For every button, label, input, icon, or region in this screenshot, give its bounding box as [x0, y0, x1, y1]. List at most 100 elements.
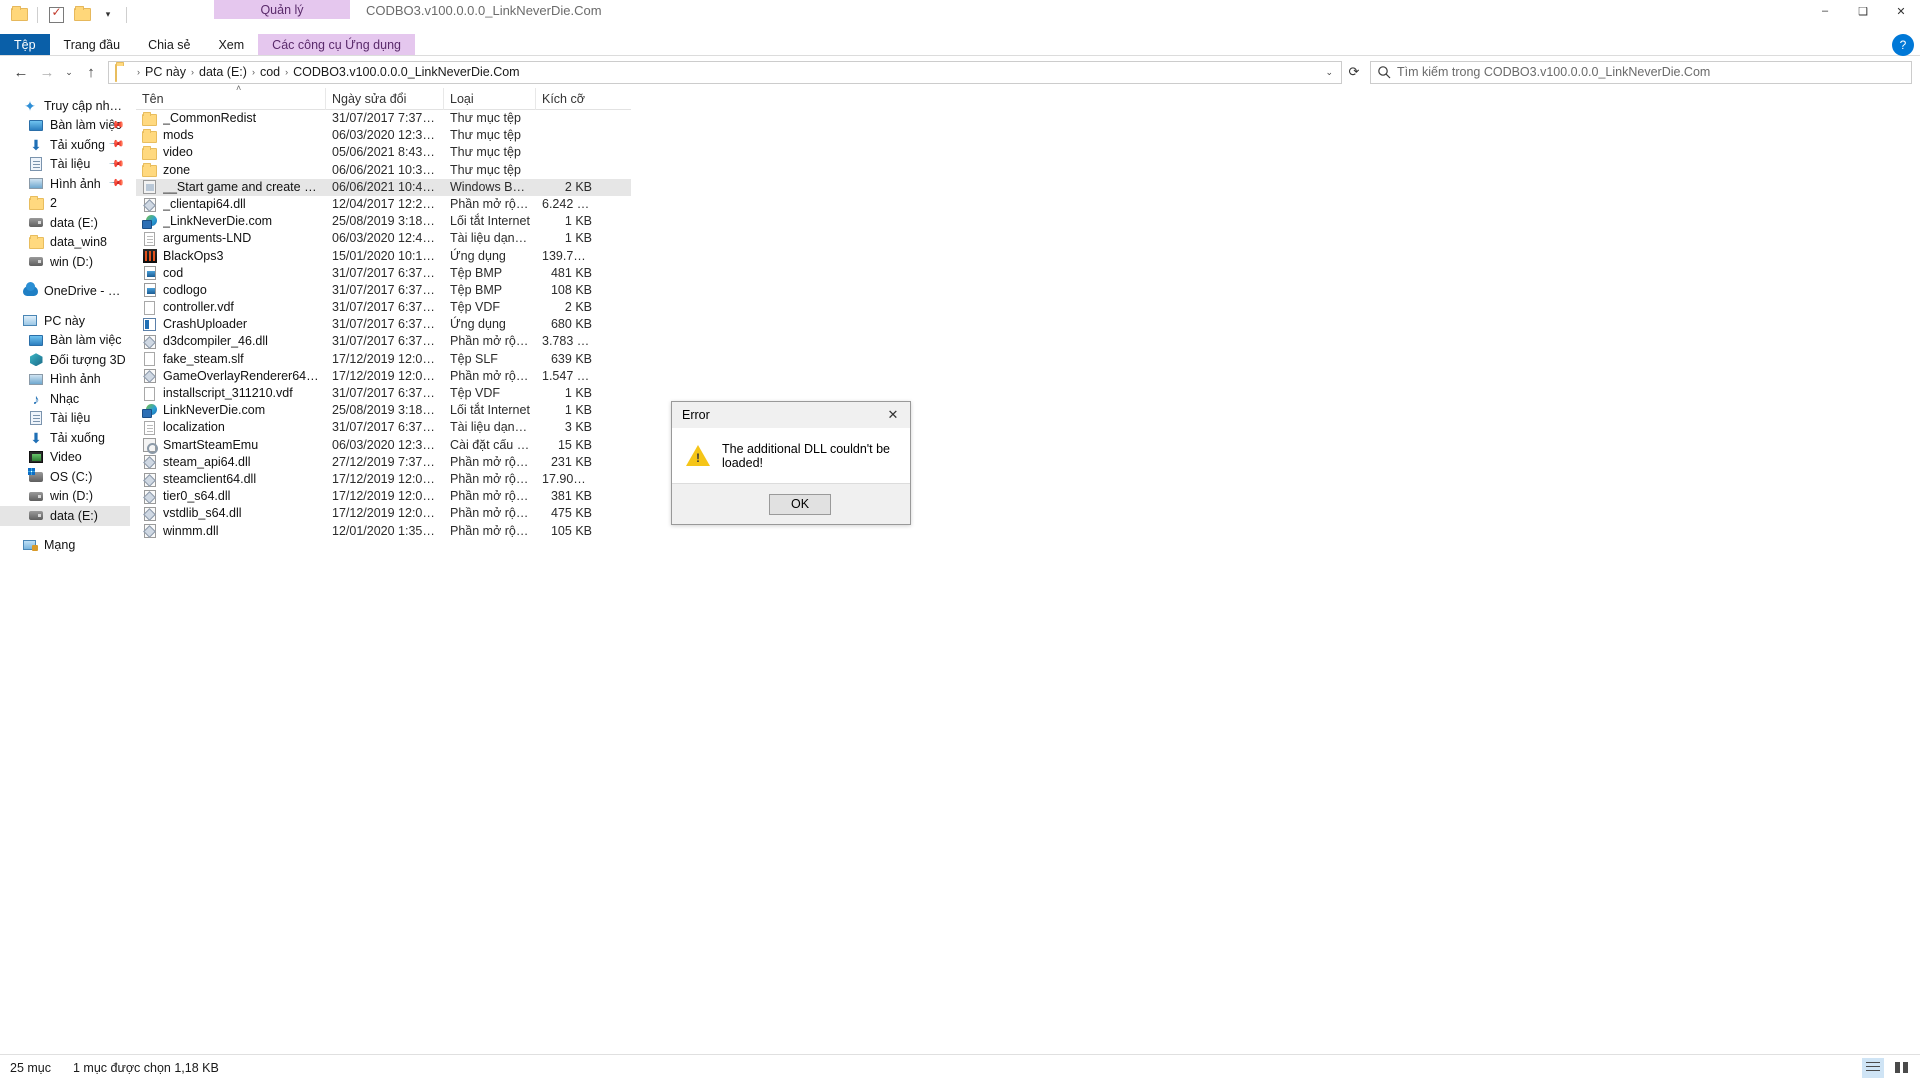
table-row[interactable]: BlackOps3 15/01/2020 10:14 SA Ứng dụng 139.…: [136, 248, 631, 265]
table-row[interactable]: CrashUploader 31/07/2017 6:37 CH Ứng dụng 6…: [136, 316, 631, 333]
file-size-cell: 1 KB: [564, 403, 592, 418]
table-row[interactable]: cod 31/07/2017 6:37 CH Tệp BMP 481 KB: [136, 265, 631, 282]
sidebar-item-pc-win-d[interactable]: win (D:): [0, 487, 130, 507]
sidebar-item-documents[interactable]: Tài liệu 📌: [0, 155, 130, 175]
refresh-icon[interactable]: ⟳: [1342, 61, 1366, 84]
sidebar-item-this-pc[interactable]: PC này: [0, 311, 130, 331]
table-row[interactable]: _clientapi64.dll 12/04/2017 12:25 SA Phần …: [136, 196, 631, 213]
table-row[interactable]: SmartSteamEmu 06/03/2020 12:39 SA Cài đặt …: [136, 437, 631, 454]
search-input[interactable]: Tìm kiếm trong CODBO3.v100.0.0.0_LinkNev…: [1397, 65, 1710, 79]
file-name-label: _clientapi64.dll: [163, 196, 246, 211]
column-header-name[interactable]: Tên: [136, 87, 326, 110]
table-row[interactable]: vstdlib_s64.dll 17/12/2019 12:00 SA Phần m…: [136, 505, 631, 522]
tab-application-tools[interactable]: Các công cụ Ứng dụng: [258, 34, 415, 55]
column-header-type[interactable]: Loại: [444, 87, 536, 110]
chevron-down-icon[interactable]: ⌄: [1319, 67, 1339, 78]
sidebar-item-network[interactable]: Mạng: [0, 536, 130, 556]
close-button[interactable]: ✕: [1882, 0, 1920, 22]
sidebar-item-pc-documents[interactable]: Tài liệu: [0, 409, 130, 429]
dialog-title: Error: [682, 408, 710, 422]
maximize-button[interactable]: ❑: [1844, 0, 1882, 22]
table-row[interactable]: _CommonRedist 31/07/2017 7:37 CH Thư mục t…: [136, 110, 631, 127]
ok-button[interactable]: OK: [769, 493, 831, 515]
pin-icon[interactable]: 📌: [107, 136, 124, 153]
sidebar-item-music[interactable]: ♪ Nhạc: [0, 389, 130, 409]
tab-home[interactable]: Trang đầu: [50, 34, 135, 55]
file-name-label: __Start game and create shortcut: [163, 179, 320, 194]
table-row[interactable]: controller.vdf 31/07/2017 6:37 CH Tệp VDF 2…: [136, 299, 631, 316]
icons-view-icon[interactable]: [1890, 1058, 1912, 1078]
sidebar-item-downloads[interactable]: ⬇ Tải xuống 📌: [0, 135, 130, 155]
table-row[interactable]: localization 31/07/2017 6:37 CH Tài liệu d…: [136, 419, 631, 436]
tab-file[interactable]: Tệp: [0, 34, 50, 55]
forward-button[interactable]: →: [34, 59, 60, 85]
pin-icon[interactable]: 📌: [107, 175, 124, 192]
sidebar-item-folder-2[interactable]: 2: [0, 194, 130, 214]
sidebar-item-pictures[interactable]: Hình ảnh 📌: [0, 174, 130, 194]
sidebar-item-pc-data-e[interactable]: data (E:): [0, 506, 130, 526]
sidebar-item-quick-access[interactable]: ✦ Truy cập nhanh: [0, 96, 130, 116]
column-header-size[interactable]: Kích cỡ: [536, 88, 598, 110]
bmp-file-icon: [142, 266, 157, 281]
up-button[interactable]: ↑: [78, 59, 104, 85]
recent-locations-icon[interactable]: ⌄: [60, 59, 78, 85]
sidebar-item-label: Tải xuống: [50, 137, 105, 152]
sidebar-item-data-e[interactable]: data (E:): [0, 213, 130, 233]
back-button[interactable]: ←: [8, 59, 34, 85]
table-row[interactable]: arguments-LND 06/03/2020 12:43 SA Tài liệu…: [136, 230, 631, 247]
table-row[interactable]: installscript_311210.vdf 31/07/2017 6:37 …: [136, 385, 631, 402]
table-row[interactable]: winmm.dll 12/01/2020 1:35 SA Phần mở rộng …: [136, 523, 631, 540]
minimize-button[interactable]: –: [1806, 0, 1844, 22]
sidebar-item-3d-objects[interactable]: Đối tượng 3D: [0, 350, 130, 370]
pin-icon[interactable]: 📌: [107, 156, 124, 173]
drive-icon: [28, 215, 44, 231]
table-row[interactable]: zone 06/06/2021 10:33 SA Thư mục tệp: [136, 162, 631, 179]
file-type-cell: Phần mở rộng ứn...: [450, 471, 536, 486]
file-explorer-window: ▾ Quản lý CODBO3.v100.0.0.0_LinkNeverDie…: [0, 0, 1920, 1080]
table-row[interactable]: mods 06/03/2020 12:35 SA Thư mục tệp: [136, 127, 631, 144]
table-row[interactable]: __Start game and create shortcut 06/06/20…: [136, 178, 631, 196]
properties-icon[interactable]: [45, 4, 67, 26]
sidebar-item-onedrive[interactable]: OneDrive - Personal: [0, 282, 130, 302]
new-folder-icon[interactable]: [71, 4, 93, 26]
table-row[interactable]: LinkNeverDie.com 25/08/2019 3:18 SA Lối tắ…: [136, 402, 631, 419]
breadcrumb-item-this-pc[interactable]: PC này: [142, 65, 189, 79]
table-row[interactable]: steam_api64.dll 27/12/2019 7:37 SA Phần mở…: [136, 454, 631, 471]
table-row[interactable]: _LinkNeverDie.com 25/08/2019 3:18 SA Lối t…: [136, 213, 631, 230]
column-header-date-modified[interactable]: Ngày sửa đổi: [326, 87, 444, 110]
address-bar[interactable]: › PC này › data (E:) › cod › CODBO3.v100…: [108, 60, 1342, 84]
help-icon[interactable]: ?: [1892, 34, 1914, 56]
sidebar-item-data-win8[interactable]: data_win8: [0, 233, 130, 253]
file-name-cell: CrashUploader: [136, 316, 326, 333]
sidebar-item-desktop[interactable]: Bàn làm việc 📌: [0, 116, 130, 136]
table-row[interactable]: codlogo 31/07/2017 6:37 CH Tệp BMP 108 KB: [136, 282, 631, 299]
sidebar-item-label: 2: [50, 196, 57, 211]
file-type-cell: Thư mục tệp: [450, 162, 521, 177]
file-name-label: steam_api64.dll: [163, 454, 251, 469]
breadcrumb-item-cod[interactable]: cod: [257, 65, 283, 79]
table-row[interactable]: fake_steam.slf 17/12/2019 12:00 SA Tệp SLF…: [136, 351, 631, 368]
file-name-cell: steam_api64.dll: [136, 454, 326, 471]
table-row[interactable]: tier0_s64.dll 17/12/2019 12:00 SA Phần mở …: [136, 488, 631, 505]
breadcrumb-item-data-e[interactable]: data (E:): [196, 65, 250, 79]
table-row[interactable]: GameOverlayRenderer64.dll 17/12/2019 12:0…: [136, 368, 631, 385]
table-row[interactable]: steamclient64.dll 17/12/2019 12:00 SA Phần…: [136, 471, 631, 488]
chevron-down-icon[interactable]: ▾: [97, 4, 119, 26]
sidebar-item-os-c[interactable]: OS (C:): [0, 467, 130, 487]
breadcrumb-item-current-folder[interactable]: CODBO3.v100.0.0.0_LinkNeverDie.Com: [290, 65, 523, 79]
close-icon[interactable]: ✕: [876, 402, 910, 428]
sidebar-item-win-d[interactable]: win (D:): [0, 252, 130, 272]
sidebar-item-video[interactable]: Video: [0, 448, 130, 468]
table-row[interactable]: d3dcompiler_46.dll 31/07/2017 6:37 CH Phần…: [136, 333, 631, 350]
sidebar-item-pc-pictures[interactable]: Hình ảnh: [0, 370, 130, 390]
sidebar-item-pc-desktop[interactable]: Bàn làm việc: [0, 331, 130, 351]
sidebar-item-pc-downloads[interactable]: ⬇ Tải xuống: [0, 428, 130, 448]
generic-file-icon: [142, 352, 157, 367]
tab-view[interactable]: Xem: [204, 34, 258, 55]
tab-share[interactable]: Chia sẻ: [134, 34, 204, 55]
folder-icon[interactable]: [8, 4, 30, 26]
details-view-icon[interactable]: [1862, 1057, 1884, 1078]
file-date-cell: 06/06/2021 10:33 SA: [332, 162, 444, 177]
table-row[interactable]: video 05/06/2021 8:43 CH Thư mục tệp: [136, 144, 631, 161]
search-box[interactable]: Tìm kiếm trong CODBO3.v100.0.0.0_LinkNev…: [1370, 60, 1912, 84]
